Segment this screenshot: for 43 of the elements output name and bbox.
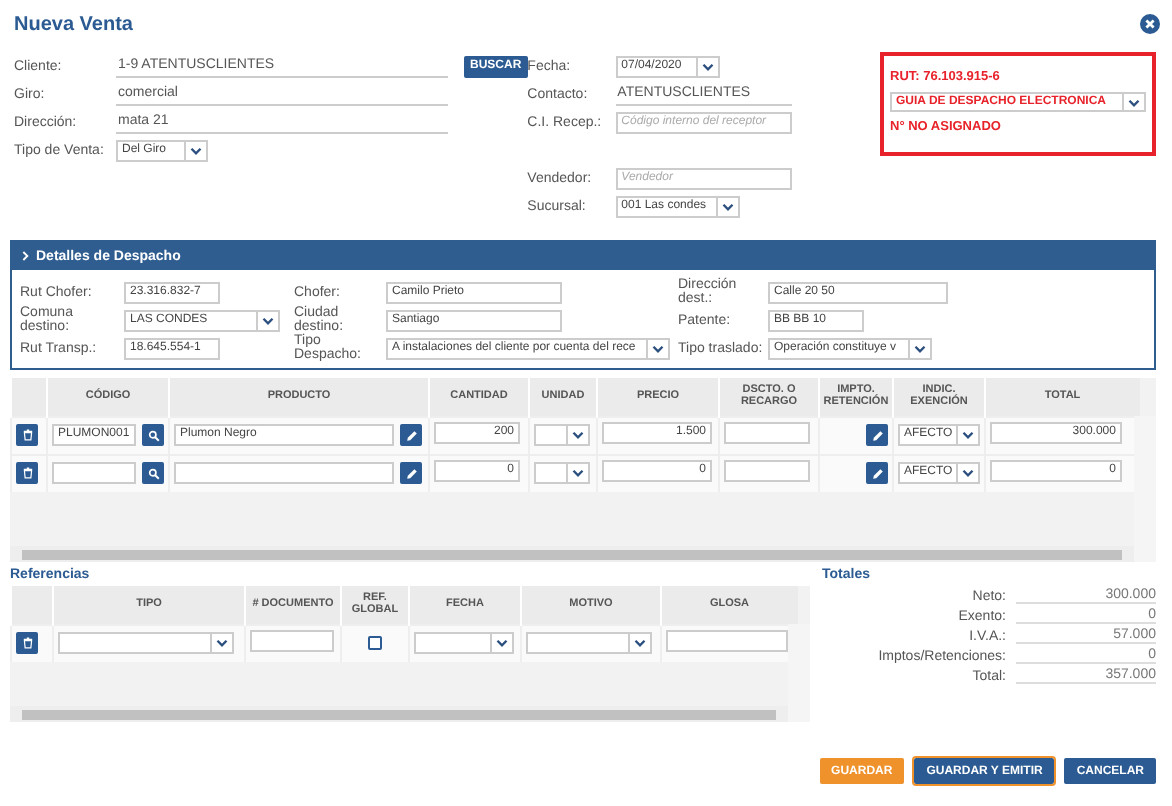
edit-button[interactable] [866, 424, 888, 446]
chevron-down-icon[interactable] [962, 430, 974, 440]
input-field[interactable] [724, 460, 810, 483]
pencil-icon[interactable] [871, 467, 883, 480]
delete-button[interactable] [16, 424, 38, 446]
edit-button[interactable] [866, 462, 888, 485]
edit-button[interactable] [400, 462, 422, 485]
chevron-down-icon[interactable] [216, 638, 228, 649]
chevron-down-icon[interactable] [701, 61, 714, 71]
window-title: Nueva Venta [14, 13, 133, 35]
chevron-down-icon[interactable] [652, 343, 664, 353]
chevron-right-icon[interactable] [22, 250, 30, 262]
chevron-down-icon[interactable] [572, 468, 584, 479]
edit-button[interactable] [400, 424, 422, 446]
input-field[interactable] [174, 462, 394, 485]
pencil-icon[interactable] [871, 429, 883, 441]
search-icon[interactable] [147, 429, 159, 441]
checkbox[interactable] [368, 636, 382, 651]
trash-icon[interactable] [21, 466, 33, 481]
trash-icon[interactable] [21, 428, 33, 442]
input-field[interactable] [724, 422, 810, 444]
search-button[interactable] [142, 462, 164, 485]
chevron-down-icon[interactable] [914, 343, 926, 353]
input-field[interactable] [666, 630, 788, 653]
dropdown[interactable] [534, 424, 590, 446]
chevron-down-icon[interactable] [496, 638, 508, 649]
delete-button[interactable] [16, 632, 38, 655]
chevron-down-icon[interactable] [962, 468, 974, 479]
pencil-icon[interactable] [405, 429, 417, 441]
chevron-down-icon[interactable] [721, 201, 734, 211]
chevron-down-icon[interactable] [572, 430, 584, 440]
chevron-down-icon[interactable] [634, 638, 646, 649]
pencil-icon[interactable] [405, 467, 417, 480]
chevron-down-icon[interactable] [190, 145, 202, 155]
close-icon[interactable] [1140, 14, 1160, 34]
chevron-down-icon[interactable] [262, 315, 274, 325]
input-field[interactable] [250, 630, 334, 653]
search-button[interactable] [142, 424, 164, 446]
input-field[interactable] [52, 462, 136, 485]
chevron-down-icon[interactable] [1128, 97, 1140, 107]
search-icon[interactable] [147, 467, 159, 480]
trash-icon[interactable] [21, 636, 33, 651]
delete-button[interactable] [16, 462, 38, 485]
